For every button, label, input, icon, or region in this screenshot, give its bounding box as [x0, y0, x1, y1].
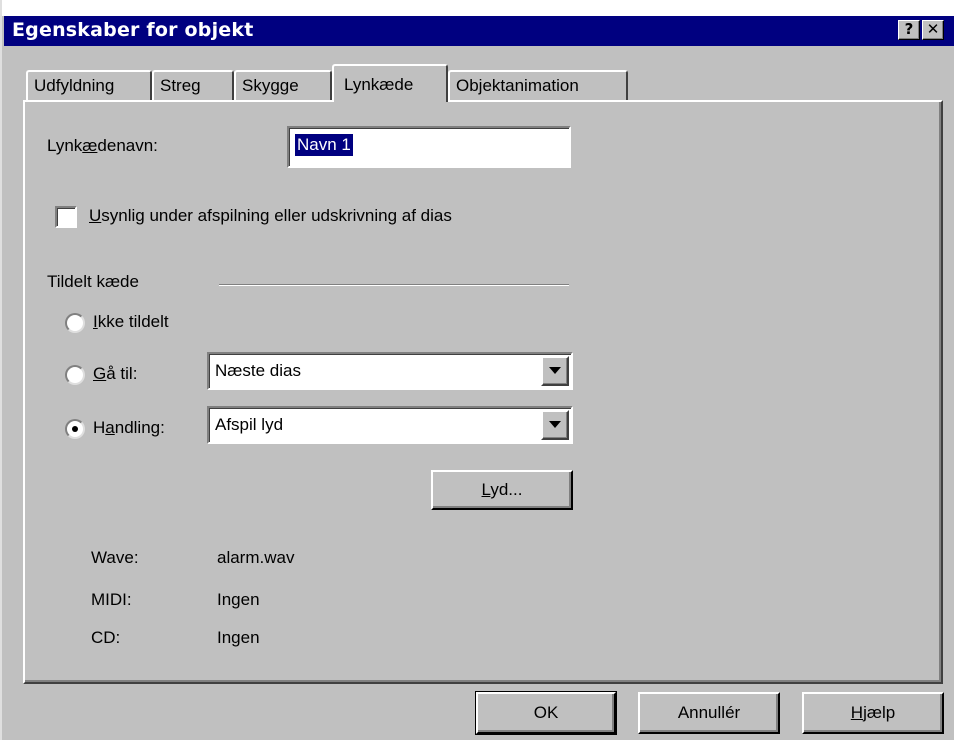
cd-label: CD:: [91, 628, 121, 647]
cancel-button[interactable]: Annullér: [638, 692, 780, 734]
goto-dropdown-button[interactable]: [541, 356, 569, 386]
sound-button[interactable]: Lyd...: [431, 470, 573, 510]
action-dropdown-button[interactable]: [541, 410, 569, 440]
tab-streg[interactable]: Streg: [152, 70, 234, 100]
tab-label: Streg: [160, 76, 201, 95]
invisible-checkbox[interactable]: [55, 206, 77, 228]
help-button[interactable]: Hjælp: [802, 692, 944, 734]
radio-goto[interactable]: [65, 365, 85, 385]
radio-selected-dot: [72, 426, 78, 432]
tab-label: Lynkæde: [344, 75, 414, 94]
title-bar: Egenskaber for objekt ? ✕: [4, 16, 954, 46]
goto-selected-value: Næste dias: [215, 361, 301, 380]
chain-name-label: Lynkædenavn:: [47, 136, 158, 155]
tab-label: Objektanimation: [456, 76, 579, 95]
radio-goto-label[interactable]: Gå til:: [93, 364, 137, 384]
properties-dialog: Egenskaber for objekt ? ✕ Udfyldning Str…: [0, 0, 954, 740]
goto-dropdown[interactable]: Næste dias: [207, 352, 573, 390]
midi-label: MIDI:: [91, 590, 132, 609]
radio-action[interactable]: [65, 419, 85, 439]
background-window-fragment: [2, 0, 954, 16]
radio-action-label[interactable]: Handling:: [93, 418, 165, 438]
dialog-title: Egenskaber for objekt: [12, 19, 254, 41]
action-selected-value: Afspil lyd: [215, 415, 284, 434]
question-mark-icon: ?: [904, 20, 914, 38]
ok-button[interactable]: OK: [475, 691, 617, 735]
group-divider: [219, 284, 569, 286]
radio-not-assigned[interactable]: [65, 313, 85, 333]
tab-skygge[interactable]: Skygge: [234, 70, 332, 100]
tab-objektanimation[interactable]: Objektanimation: [448, 70, 628, 100]
radio-not-assigned-label[interactable]: Ikke tildelt: [93, 312, 169, 332]
tab-label: Skygge: [242, 76, 299, 95]
tab-udfyldning[interactable]: Udfyldning: [26, 70, 152, 100]
tab-panel-lynkaede: Lynkædenavn: Navn 1 Usynlig under afspil…: [23, 100, 943, 684]
chevron-down-icon: [549, 367, 561, 374]
action-dropdown[interactable]: Afspil lyd: [207, 406, 573, 444]
wave-value: alarm.wav: [217, 548, 295, 567]
invisible-checkbox-label[interactable]: Usynlig under afspilning eller udskrivni…: [89, 206, 452, 226]
chain-name-value: Navn 1: [295, 134, 353, 156]
tab-label: Udfyldning: [34, 76, 115, 95]
chevron-down-icon: [549, 421, 561, 428]
chain-name-input[interactable]: Navn 1: [287, 126, 571, 168]
close-icon: ✕: [926, 20, 940, 38]
close-caption-button[interactable]: ✕: [922, 20, 944, 40]
cd-value: Ingen: [217, 628, 260, 647]
group-label-assigned-chain: Tildelt kæde: [47, 272, 139, 291]
wave-label: Wave:: [91, 548, 139, 567]
tab-lynkaede[interactable]: Lynkæde: [332, 64, 448, 102]
help-caption-button[interactable]: ?: [898, 20, 920, 40]
midi-value: Ingen: [217, 590, 260, 609]
